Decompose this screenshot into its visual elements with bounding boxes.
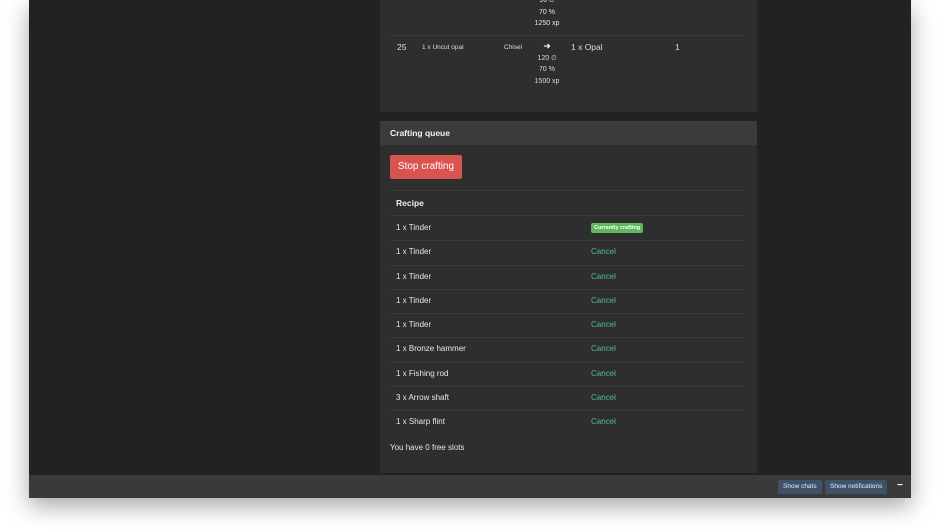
queue-recipe: 1 x Tinder bbox=[396, 271, 432, 281]
cancel-link[interactable]: Cancel bbox=[591, 417, 616, 426]
main-content: 90 ⏲ 70 % 1250 xp 25 1 x Uncut opal Chis… bbox=[29, 0, 911, 475]
minimize-icon[interactable]: − bbox=[895, 479, 905, 493]
queue-action: Cancel bbox=[591, 410, 616, 434]
queue-action: Cancel bbox=[591, 362, 616, 386]
currently-crafting-badge: Currently crafting bbox=[591, 222, 644, 233]
queue-table-header: Recipe bbox=[390, 191, 745, 215]
cancel-link[interactable]: Cancel bbox=[591, 272, 616, 281]
queue-action: Cancel bbox=[591, 313, 616, 337]
cancel-link[interactable]: Cancel bbox=[591, 320, 616, 329]
queue-action: Cancel bbox=[591, 337, 616, 361]
show-chats-button[interactable]: Show chats bbox=[778, 480, 822, 494]
recipe-xp: 1500 xp bbox=[534, 77, 560, 85]
cancel-link[interactable]: Cancel bbox=[591, 344, 616, 353]
recipe-output: 1 x Opal bbox=[571, 42, 603, 52]
queue-recipe: 1 x Tinder bbox=[396, 247, 432, 257]
prev-row-stats: 90 ⏲ 70 % 1250 xp bbox=[527, 0, 567, 30]
app-window: 90 ⏲ 70 % 1250 xp 25 1 x Uncut opal Chis… bbox=[29, 0, 911, 498]
recipe-tool: Chisel bbox=[504, 44, 523, 51]
queue-row: 1 x Tinder Cancel bbox=[390, 289, 745, 313]
crafting-queue-panel: Crafting queue Stop crafting Recipe 1 x … bbox=[380, 121, 757, 473]
cancel-link[interactable]: Cancel bbox=[591, 296, 616, 305]
queue-row: 1 x Tinder Cancel bbox=[390, 265, 745, 289]
queue-recipe: 1 x Tinder bbox=[396, 320, 432, 329]
queue-recipe: 1 x Bronze hammer bbox=[396, 344, 466, 354]
prev-time: 90 bbox=[539, 0, 548, 4]
recipe-input: 1 x Uncut opal bbox=[422, 44, 464, 51]
free-slots-text: You have 0 free slots bbox=[390, 443, 465, 452]
queue-row: 1 x Tinder Currently crafting bbox=[390, 216, 745, 240]
arrow-right-icon: ➜ bbox=[543, 41, 551, 51]
cancel-link[interactable]: Cancel bbox=[591, 369, 616, 378]
column-recipe: Recipe bbox=[396, 198, 424, 208]
queue-row: 1 x Tinder Cancel bbox=[390, 313, 745, 337]
recipe-row: 25 1 x Uncut opal Chisel ➜ 120 ⏲ 70 % 15… bbox=[380, 36, 757, 96]
queue-status: Currently crafting bbox=[591, 216, 644, 240]
queue-action: Cancel bbox=[591, 265, 616, 289]
prev-chance: 70 % bbox=[539, 8, 555, 16]
cancel-link[interactable]: Cancel bbox=[591, 393, 616, 402]
queue-recipe: 1 x Tinder bbox=[396, 223, 432, 232]
queue-action: Cancel bbox=[591, 289, 616, 313]
show-notifications-button[interactable]: Show notifications bbox=[825, 480, 888, 494]
prev-xp: 1250 xp bbox=[534, 20, 560, 27]
queue-recipe: 1 x Tinder bbox=[396, 295, 432, 305]
crafting-queue-title: Crafting queue bbox=[380, 121, 757, 145]
queue-row: 1 x Fishing rod Cancel bbox=[390, 362, 745, 386]
recipes-panel: 90 ⏲ 70 % 1250 xp 25 1 x Uncut opal Chis… bbox=[380, 0, 757, 112]
clock-icon: ⏲ bbox=[549, 0, 555, 4]
cancel-link[interactable]: Cancel bbox=[591, 247, 616, 256]
bottom-bar: Show chats Show notifications − bbox=[29, 475, 911, 498]
recipe-level: 25 bbox=[397, 42, 407, 52]
queue-row: 1 x Bronze hammer Cancel bbox=[390, 337, 745, 361]
recipe-stats: ➜ 120 ⏲ 70 % 1500 xp bbox=[527, 41, 567, 87]
queue-action: Cancel bbox=[591, 240, 616, 264]
recipe-quantity: 1 bbox=[675, 42, 680, 52]
queue-recipe: 3 x Arrow shaft bbox=[396, 392, 449, 402]
queue-row: 1 x Sharp flint Cancel bbox=[390, 410, 745, 434]
queue-recipe: 1 x Fishing rod bbox=[396, 368, 449, 378]
queue-recipe: 1 x Sharp flint bbox=[396, 417, 445, 426]
queue-row: 3 x Arrow shaft Cancel bbox=[390, 386, 745, 410]
recipe-chance: 70 % bbox=[539, 66, 555, 73]
clock-icon: ⏲ bbox=[551, 54, 557, 62]
queue-action: Cancel bbox=[591, 386, 616, 410]
recipe-time: 120 bbox=[537, 54, 550, 62]
stop-crafting-button[interactable]: Stop crafting bbox=[390, 155, 462, 179]
queue-row: 1 x Tinder Cancel bbox=[390, 240, 745, 264]
